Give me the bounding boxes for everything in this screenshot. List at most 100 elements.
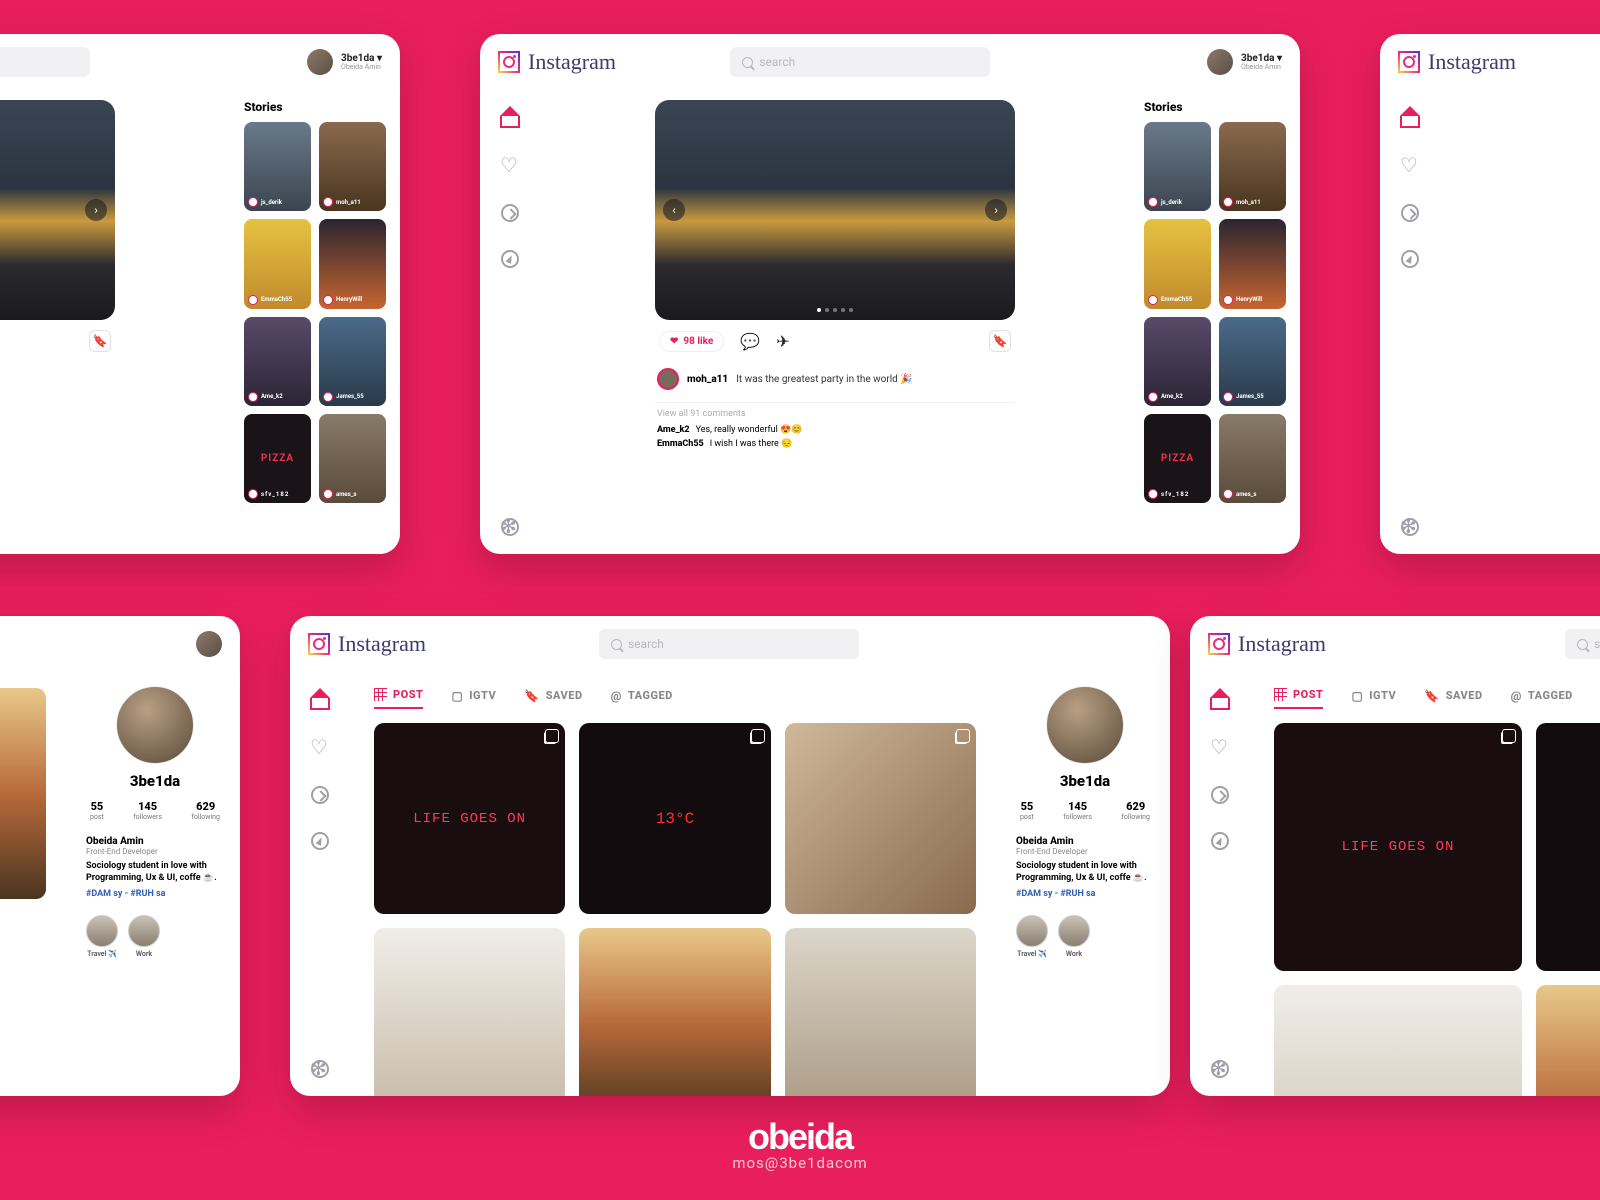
search-input[interactable]: search bbox=[599, 629, 859, 659]
story-thumb[interactable]: js_derik bbox=[1144, 122, 1211, 211]
story-thumb[interactable]: Ame_k2 bbox=[1144, 317, 1211, 406]
search-input[interactable]: search bbox=[0, 47, 90, 77]
stat-posts[interactable]: 55post bbox=[90, 800, 104, 822]
comment-icon[interactable]: 💬 bbox=[740, 332, 760, 351]
story-thumb[interactable]: HenryWill bbox=[319, 219, 386, 308]
messenger-icon[interactable] bbox=[501, 204, 519, 222]
messenger-icon[interactable] bbox=[1401, 204, 1419, 222]
logo[interactable]: Instagram bbox=[1208, 631, 1326, 657]
post-tile[interactable]: LIFE GOES ON bbox=[374, 723, 565, 914]
home-icon[interactable] bbox=[1400, 108, 1420, 128]
caption-user[interactable]: moh_a11 bbox=[687, 374, 728, 385]
story-thumb[interactable]: PIZZAsfv_182 bbox=[244, 414, 311, 503]
tab-tagged[interactable]: @TAGGED bbox=[1511, 689, 1573, 709]
post-tile[interactable]: 13°C bbox=[1536, 723, 1600, 971]
explore-icon[interactable] bbox=[311, 832, 329, 850]
wordmark: Instagram bbox=[1238, 631, 1326, 657]
highlight[interactable]: Travel ✈️ bbox=[86, 915, 118, 958]
tab-igtv[interactable]: ▢IGTV bbox=[451, 689, 496, 709]
explore-icon[interactable] bbox=[1401, 250, 1419, 268]
post-tile[interactable] bbox=[1536, 985, 1600, 1096]
story-thumb[interactable]: EmmaCh55 bbox=[1144, 219, 1211, 308]
stat-following[interactable]: 629following bbox=[191, 800, 220, 822]
logo[interactable]: Instagram bbox=[308, 631, 426, 657]
story-thumb[interactable]: ames_s bbox=[1219, 414, 1286, 503]
next-arrow[interactable]: › bbox=[85, 199, 107, 221]
prev-arrow[interactable]: ‹ bbox=[663, 199, 685, 221]
heart-icon[interactable] bbox=[1210, 738, 1230, 758]
post-tile[interactable]: 13°C bbox=[579, 723, 770, 914]
tab-tagged[interactable]: @TAGGED bbox=[611, 689, 673, 709]
story-thumb[interactable]: HenryWill bbox=[1219, 219, 1286, 308]
user-menu[interactable] bbox=[196, 631, 222, 657]
user-menu[interactable]: 3be1da ▾ Obeida Amin bbox=[307, 49, 382, 75]
post-tile[interactable] bbox=[1274, 985, 1522, 1096]
story-thumb[interactable]: James_55 bbox=[319, 317, 386, 406]
story-thumb[interactable]: Ame_k2 bbox=[244, 317, 311, 406]
view-all-comments[interactable]: View all 91 comments bbox=[657, 409, 1013, 419]
home-icon[interactable] bbox=[310, 690, 330, 710]
left-nav bbox=[1190, 672, 1250, 1096]
highlight[interactable]: Work bbox=[128, 915, 160, 958]
story-thumb[interactable]: PIZZAsfv_182 bbox=[1144, 414, 1211, 503]
instagram-icon bbox=[1208, 633, 1230, 655]
tab-post[interactable]: POST bbox=[1274, 688, 1323, 709]
messenger-icon[interactable] bbox=[311, 786, 329, 804]
like-button[interactable]: ❤ 98 like bbox=[659, 331, 724, 352]
tab-saved[interactable]: 🔖SAVED bbox=[524, 689, 582, 709]
post-card: ‹ › ❤ 98 like 💬 ✈ 🔖 bbox=[0, 100, 115, 544]
stat-following[interactable]: 629following bbox=[1121, 800, 1150, 822]
profile-avatar[interactable] bbox=[1046, 686, 1124, 764]
gear-icon[interactable] bbox=[501, 518, 519, 536]
story-thumb[interactable]: ames_s bbox=[319, 414, 386, 503]
search-input[interactable]: search bbox=[1565, 629, 1600, 659]
messenger-icon[interactable] bbox=[1211, 786, 1229, 804]
gear-icon[interactable] bbox=[1401, 518, 1419, 536]
user-menu[interactable]: 3be1da ▾ Obeida Amin bbox=[1207, 49, 1282, 75]
story-thumb[interactable]: js_derik bbox=[244, 122, 311, 211]
tab-saved[interactable]: 🔖SAVED bbox=[1424, 689, 1482, 709]
post-image[interactable]: ‹ › bbox=[655, 100, 1015, 320]
bio-tags[interactable]: #DAM sy - #RUH sa bbox=[86, 889, 224, 899]
bio-tags[interactable]: #DAM sy - #RUH sa bbox=[1016, 889, 1154, 899]
bookmark-icon[interactable]: 🔖 bbox=[89, 330, 111, 352]
post-tile[interactable] bbox=[785, 928, 976, 1096]
gear-icon[interactable] bbox=[311, 1060, 329, 1078]
stat-followers[interactable]: 145followers bbox=[133, 800, 162, 822]
home-icon[interactable] bbox=[500, 108, 520, 128]
explore-icon[interactable] bbox=[1211, 832, 1229, 850]
caption-text: It was the greatest party in the world 🎉 bbox=[736, 374, 913, 385]
post-tile[interactable] bbox=[579, 928, 770, 1096]
multi-photo-icon bbox=[751, 729, 765, 743]
story-thumb[interactable]: moh_a11 bbox=[1219, 122, 1286, 211]
heart-icon[interactable] bbox=[310, 738, 330, 758]
post-image[interactable]: ‹ › bbox=[0, 100, 115, 320]
story-thumb[interactable]: James_55 bbox=[1219, 317, 1286, 406]
tab-igtv[interactable]: ▢IGTV bbox=[1351, 689, 1396, 709]
share-icon[interactable]: ✈ bbox=[776, 332, 789, 351]
tab-post[interactable]: POST bbox=[374, 688, 423, 709]
bio-text: Sociology student in love with Programmi… bbox=[1016, 860, 1154, 885]
highlight[interactable]: Work bbox=[1058, 915, 1090, 958]
home-icon[interactable] bbox=[1210, 690, 1230, 710]
bookmark-icon[interactable]: 🔖 bbox=[989, 330, 1011, 352]
search-input[interactable]: search bbox=[730, 47, 990, 77]
heart-icon[interactable] bbox=[1400, 156, 1420, 176]
bio-role: Front-End Developer bbox=[86, 847, 224, 856]
logo[interactable]: Instagram bbox=[498, 49, 616, 75]
post-tile[interactable]: LIFE GOES ON bbox=[1274, 723, 1522, 971]
heart-icon[interactable] bbox=[500, 156, 520, 176]
gear-icon[interactable] bbox=[1211, 1060, 1229, 1078]
post-tile[interactable] bbox=[785, 723, 976, 914]
story-thumb[interactable]: moh_a11 bbox=[319, 122, 386, 211]
post-tile[interactable] bbox=[0, 688, 46, 899]
story-thumb[interactable]: EmmaCh55 bbox=[244, 219, 311, 308]
profile-avatar[interactable] bbox=[116, 686, 194, 764]
next-arrow[interactable]: › bbox=[985, 199, 1007, 221]
highlight[interactable]: Travel ✈️ bbox=[1016, 915, 1048, 958]
explore-icon[interactable] bbox=[501, 250, 519, 268]
post-tile[interactable] bbox=[374, 928, 565, 1096]
logo[interactable]: Instagram bbox=[1398, 49, 1516, 75]
stat-followers[interactable]: 145followers bbox=[1063, 800, 1092, 822]
stat-posts[interactable]: 55post bbox=[1020, 800, 1034, 822]
